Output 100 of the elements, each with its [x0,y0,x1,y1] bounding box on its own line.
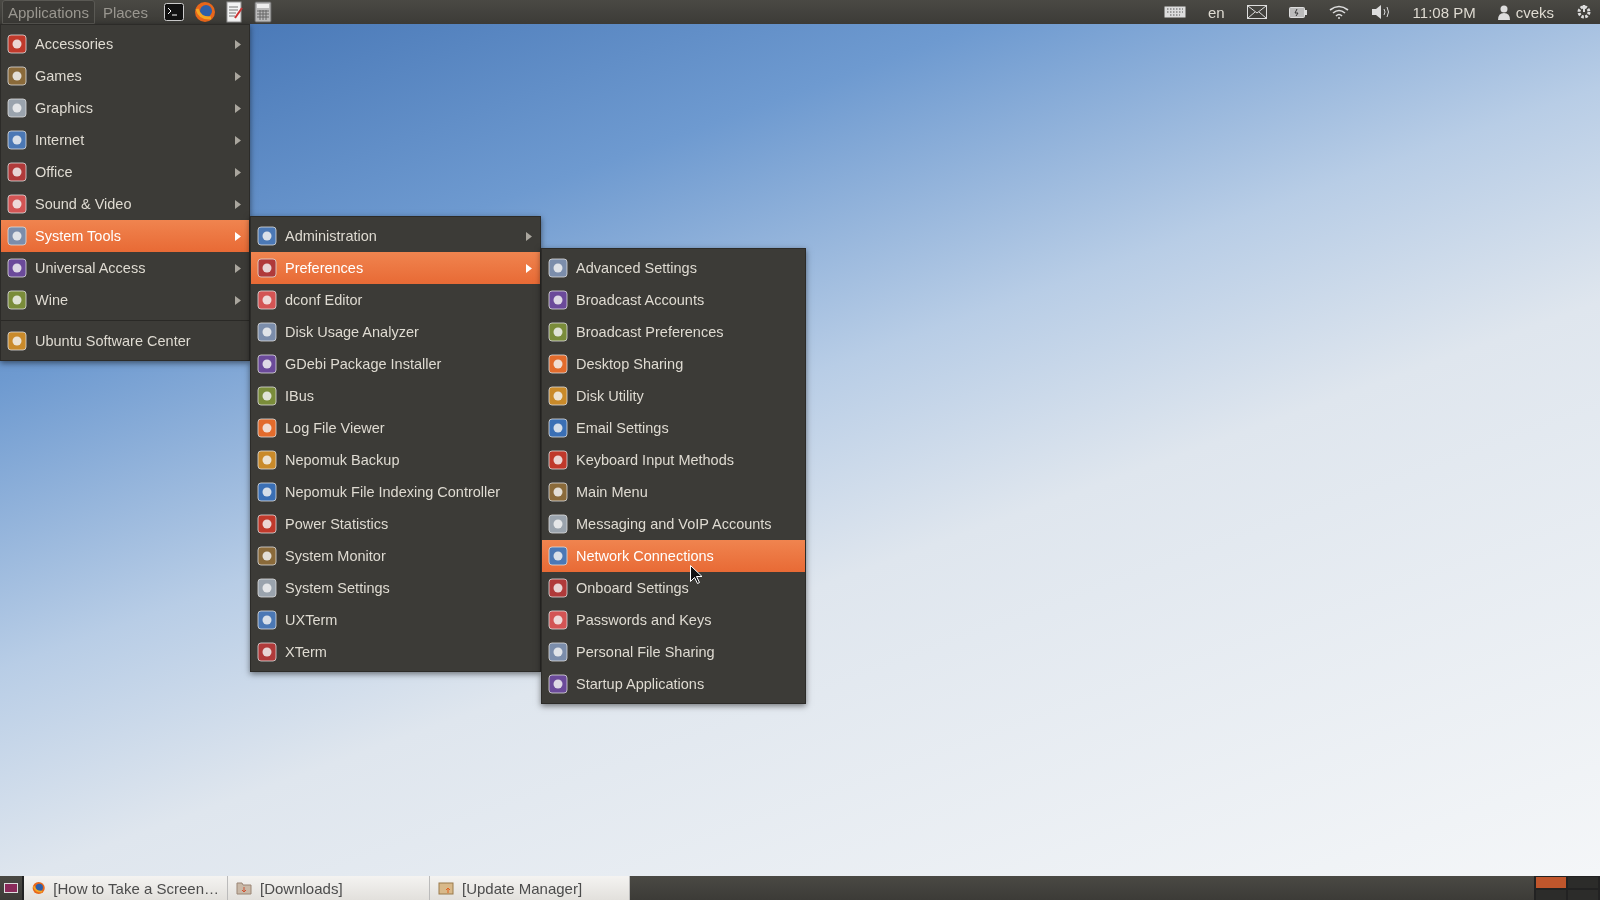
menu-item[interactable]: Internet [1,124,249,156]
app-icon [548,578,568,598]
submenu-arrow-icon [235,199,241,209]
submenu-arrow-icon [526,231,532,241]
app-icon [257,226,277,246]
menu-item[interactable]: Main Menu [542,476,805,508]
taskbar-button[interactable]: [Update Manager] [430,876,630,900]
submenu-arrow-icon [235,167,241,177]
mail-icon[interactable] [1246,5,1267,19]
menu-item[interactable]: Power Statistics [251,508,540,540]
panel-menu[interactable]: Applications [2,0,95,24]
menu-item[interactable]: Onboard Settings [542,572,805,604]
menu-item[interactable]: Nepomuk Backup [251,444,540,476]
app-icon [7,258,27,278]
menu-item[interactable]: Administration [251,220,540,252]
app-icon [7,98,27,118]
app-icon [257,322,277,342]
app-icon [548,674,568,694]
browser-icon [32,880,46,896]
menu-item[interactable]: Advanced Settings [542,252,805,284]
menu-item[interactable]: Passwords and Keys [542,604,805,636]
menu-item[interactable]: Personal File Sharing [542,636,805,668]
menu-item[interactable]: Wine [1,284,249,316]
app-icon [548,322,568,342]
user-name[interactable]: cveks [1515,3,1554,21]
submenu-arrow-icon [235,295,241,305]
menu-item[interactable]: Desktop Sharing [542,348,805,380]
mouse-pointer-icon [690,565,702,584]
wifi-icon[interactable] [1328,5,1349,19]
submenu-arrow-icon [235,39,241,49]
menu-item[interactable]: Office [1,156,249,188]
calculator-icon[interactable] [253,1,272,23]
app-icon [257,482,277,502]
menu-item[interactable]: Broadcast Preferences [542,316,805,348]
submenu-arrow-icon [235,71,241,81]
taskbar-button[interactable]: [How to Take a Screen… [24,876,228,900]
app-icon [548,482,568,502]
power-icon[interactable] [1576,4,1592,20]
keyboard-icon[interactable] [1163,6,1186,18]
app-icon [548,450,568,470]
menu-item[interactable]: Log File Viewer [251,412,540,444]
app-icon [548,258,568,278]
app-icon [548,290,568,310]
speaker-icon[interactable] [1370,4,1391,20]
menu-item[interactable]: Messaging and VoIP Accounts [542,508,805,540]
menu-item[interactable]: Disk Usage Analyzer [251,316,540,348]
app-icon [257,450,277,470]
battery-icon[interactable] [1288,6,1307,18]
menu-item[interactable]: System Settings [251,572,540,604]
user-icon[interactable] [1497,4,1510,20]
menu-item[interactable]: Nepomuk File Indexing Controller [251,476,540,508]
menu-item[interactable]: Accessories [1,28,249,60]
app-icon [257,418,277,438]
menu-item[interactable]: Broadcast Accounts [542,284,805,316]
clock[interactable]: 11:08 PM [1412,3,1476,21]
menu-item[interactable]: Games [1,60,249,92]
menu-item[interactable]: dconf Editor [251,284,540,316]
menu-item[interactable]: Email Settings [542,412,805,444]
menu-item[interactable]: Disk Utility [542,380,805,412]
menu-item[interactable]: GDebi Package Installer [251,348,540,380]
panel-menu[interactable]: Places [96,0,154,24]
menu-item[interactable]: Startup Applications [542,668,805,700]
package-icon [438,881,454,895]
app-icon [7,194,27,214]
terminal-icon[interactable] [163,3,184,21]
submenu-arrow-icon [235,263,241,273]
menu-item[interactable]: Keyboard Input Methods [542,444,805,476]
app-icon [257,642,277,662]
menu-item[interactable]: System Monitor [251,540,540,572]
keyboard-layout[interactable]: en [1207,3,1225,21]
app-icon [257,258,277,278]
app-icon [7,290,27,310]
folder-icon [236,881,252,895]
app-icon [548,514,568,534]
menu-item[interactable]: IBus [251,380,540,412]
app-icon [7,34,27,54]
submenu-arrow-icon [235,103,241,113]
app-icon [7,331,27,351]
app-icon [7,162,27,182]
menu-item[interactable]: Graphics [1,92,249,124]
app-icon [548,354,568,374]
app-icon [548,610,568,630]
app-icon [257,290,277,310]
submenu-arrow-icon [235,135,241,145]
app-icon [257,578,277,598]
menu-item[interactable]: Ubuntu Software Center [1,325,249,357]
show-desktop-icon[interactable] [4,883,18,893]
app-icon [257,354,277,374]
app-icon [7,226,27,246]
menu-item[interactable]: UXTerm [251,604,540,636]
text-editor-icon[interactable] [225,1,244,23]
submenu-arrow-icon [235,231,241,241]
app-icon [7,66,27,86]
taskbar-button[interactable]: [Downloads] [228,876,430,900]
app-icon [548,386,568,406]
menu-item[interactable]: XTerm [251,636,540,668]
browser-icon[interactable] [193,1,216,23]
app-icon [548,546,568,566]
menu-item[interactable]: Universal Access [1,252,249,284]
menu-item[interactable]: Sound & Video [1,188,249,220]
